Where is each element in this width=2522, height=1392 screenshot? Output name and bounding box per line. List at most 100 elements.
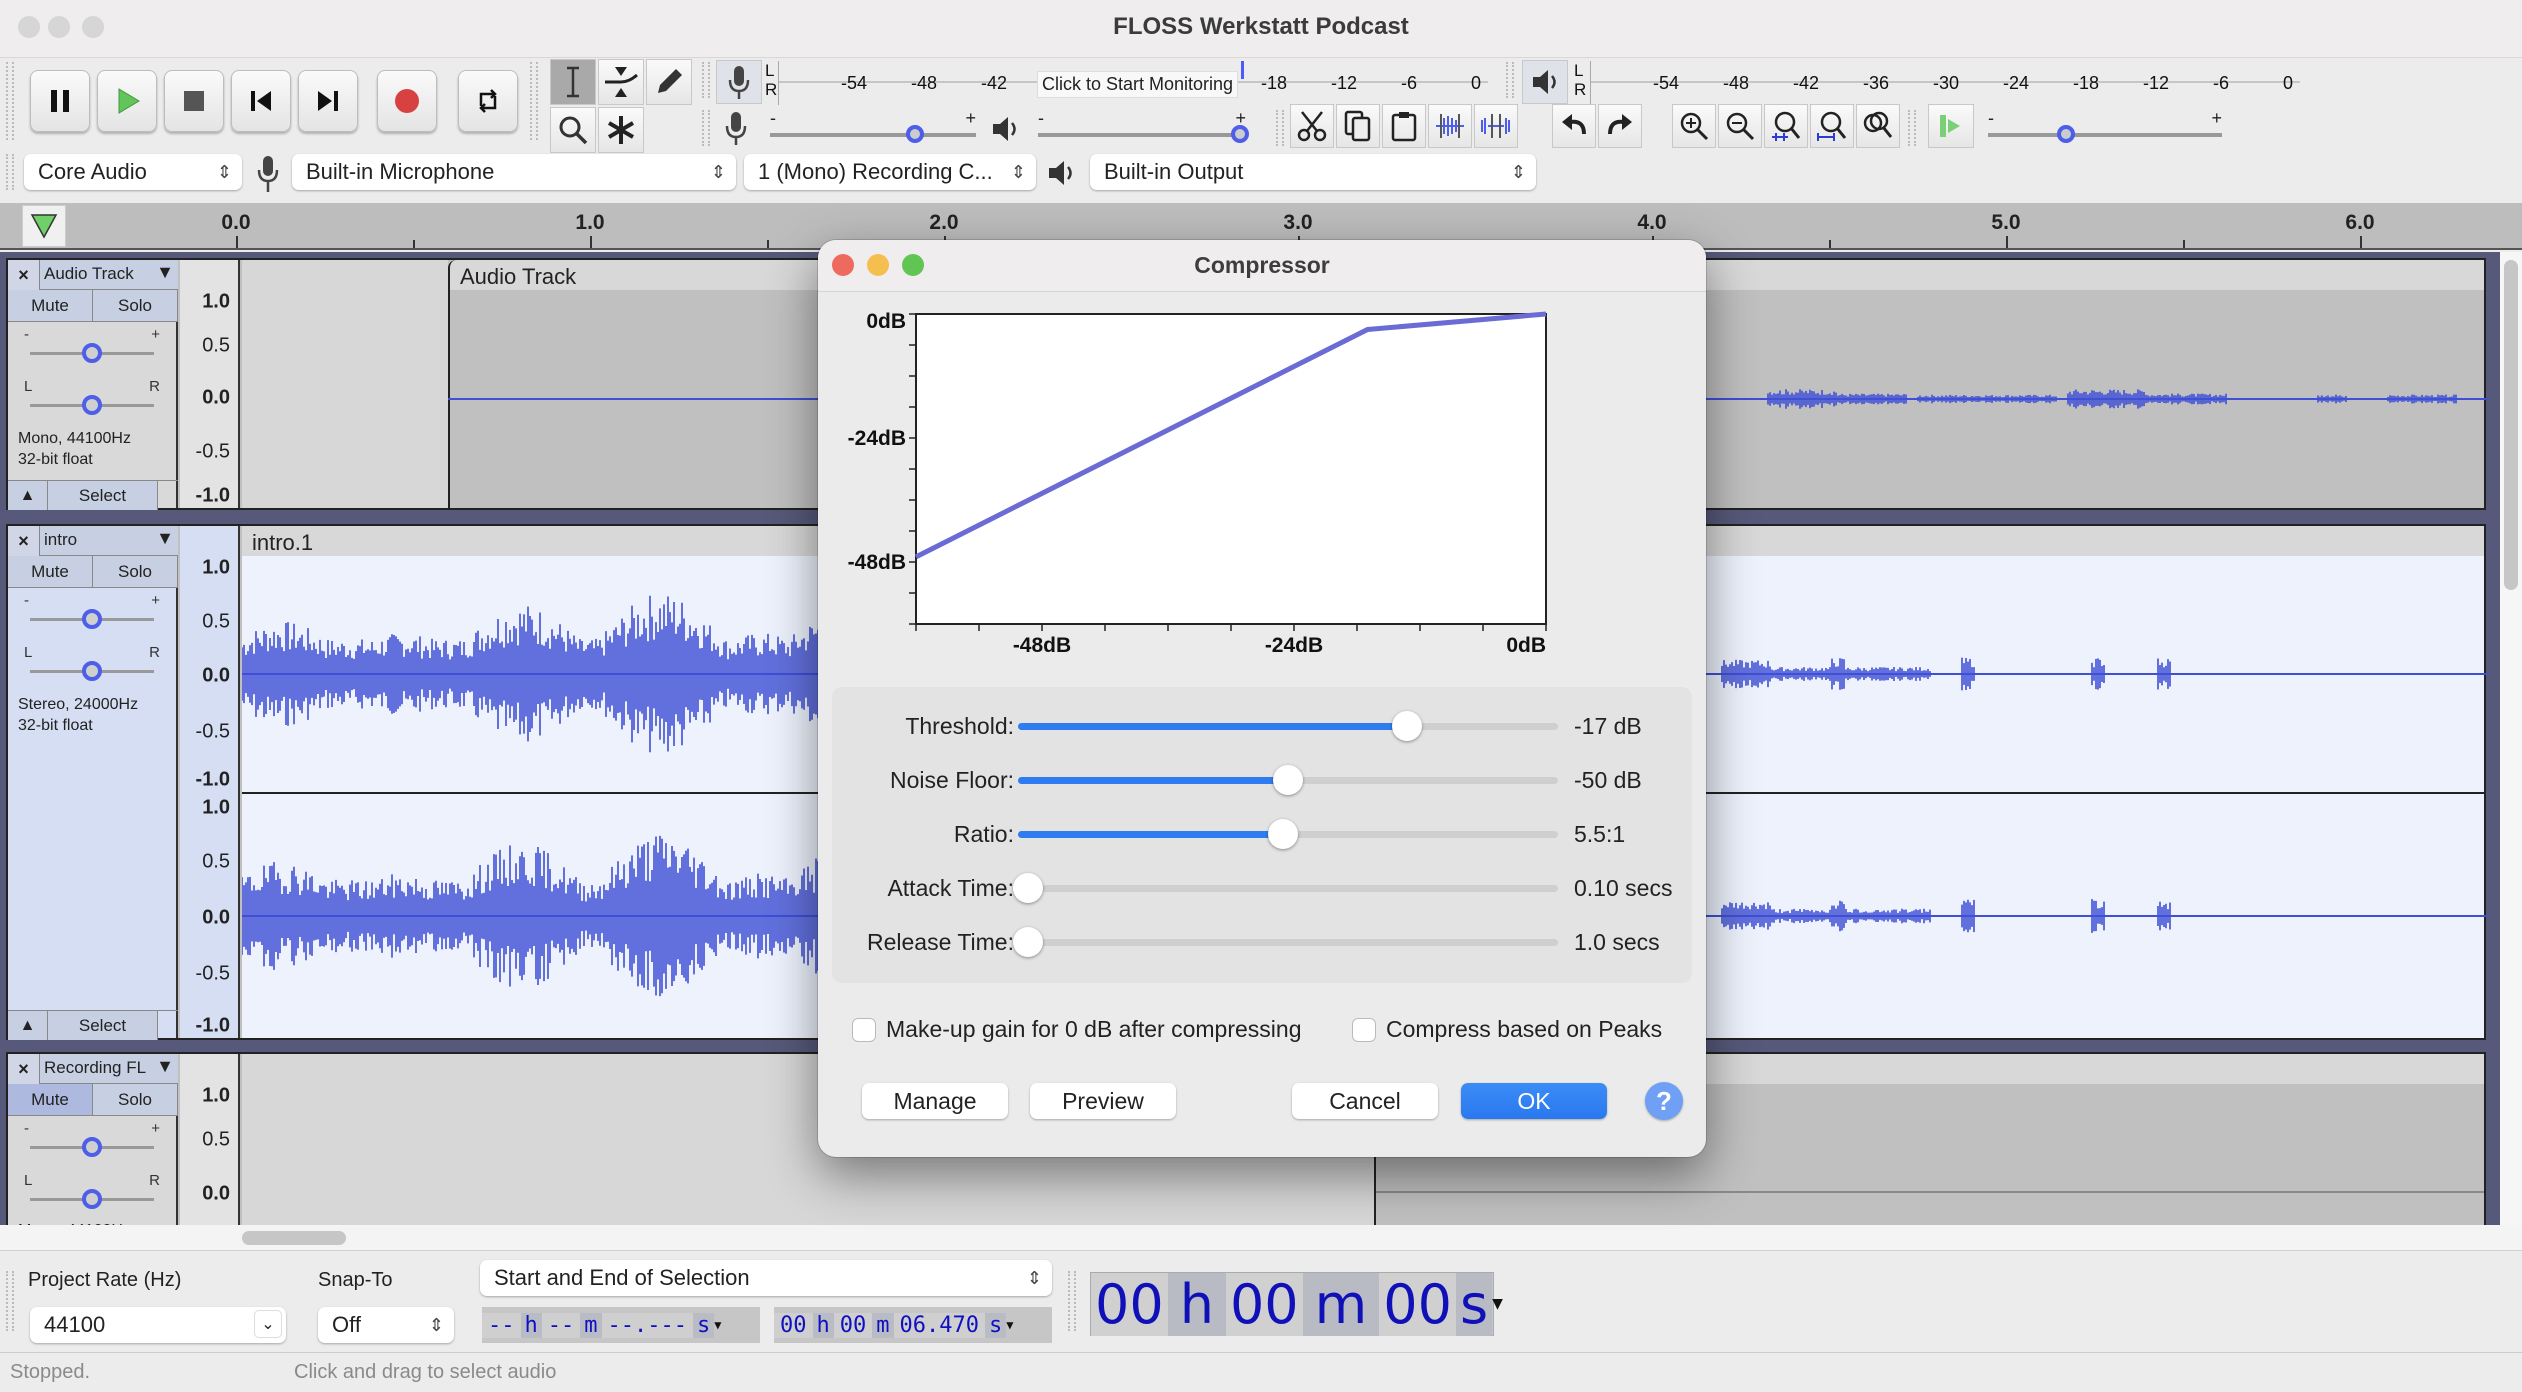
slider-thumb[interactable]	[1391, 711, 1422, 741]
stop-button[interactable]	[164, 70, 224, 132]
cut-button[interactable]	[1290, 104, 1334, 148]
slider-thumb[interactable]	[82, 395, 102, 415]
gain-slider[interactable]: - +	[24, 1120, 160, 1158]
toolbar-grip[interactable]	[530, 62, 538, 140]
solo-button[interactable]: Solo	[93, 290, 178, 321]
track-menu-button[interactable]: Recording FL ▼	[40, 1054, 178, 1083]
toolbar-grip[interactable]	[702, 110, 710, 146]
mute-button[interactable]: Mute	[8, 1084, 93, 1115]
audio-host-select[interactable]: Core Audio ⇕	[24, 154, 242, 190]
vertical-scrollbar[interactable]	[2500, 252, 2522, 1225]
gain-slider[interactable]: - +	[24, 592, 160, 630]
ok-button[interactable]: OK	[1461, 1083, 1607, 1119]
envelope-tool-button[interactable]	[598, 59, 644, 105]
horizontal-scrollbar[interactable]	[0, 1225, 2522, 1250]
record-meter[interactable]: -54 -48 -42 Click to Start Monitoring -1…	[778, 61, 1488, 105]
fit-project-button[interactable]	[1810, 104, 1854, 148]
zoom-toggle-button[interactable]	[1856, 104, 1900, 148]
toolbar-grip[interactable]	[1506, 62, 1514, 98]
silence-audio-button[interactable]	[1474, 104, 1518, 148]
record-volume-slider[interactable]: - +	[768, 108, 978, 148]
slider-thumb[interactable]	[1013, 927, 1043, 957]
skip-to-start-button[interactable]	[231, 70, 291, 132]
toolbar-grip[interactable]	[6, 1271, 14, 1331]
chevron-down-icon[interactable]: ⌄	[254, 1310, 282, 1338]
collapse-track-button[interactable]: ▲	[8, 1011, 48, 1040]
selection-mode-select[interactable]: Start and End of Selection ⇕	[480, 1260, 1052, 1296]
loop-button[interactable]	[458, 70, 518, 132]
vertical-scroll-thumb[interactable]	[2504, 260, 2518, 590]
amplitude-ruler[interactable]: 1.0 0.5 0.0	[180, 1054, 240, 1242]
redo-button[interactable]	[1598, 104, 1642, 148]
format-menu-triangle-icon[interactable]: ▼	[714, 1318, 721, 1332]
format-menu-triangle-icon[interactable]: ▼	[1492, 1296, 1503, 1312]
collapse-track-button[interactable]: ▲	[8, 481, 48, 510]
zoom-out-button[interactable]	[1718, 104, 1762, 148]
timeline-options-button[interactable]	[22, 205, 66, 247]
project-rate-combo[interactable]: 44100 ⌄	[30, 1307, 286, 1343]
output-device-select[interactable]: Built-in Output ⇕	[1090, 154, 1536, 190]
mute-button[interactable]: Mute	[8, 290, 93, 321]
start-monitoring-prompt[interactable]: Click to Start Monitoring	[1037, 71, 1239, 98]
slider-thumb[interactable]	[82, 609, 102, 629]
slider-thumb[interactable]	[1267, 819, 1298, 849]
time-display[interactable]: 00 h 00 m 00 s ▼	[1090, 1272, 1503, 1336]
mute-button[interactable]: Mute	[8, 556, 93, 587]
zoom-in-button[interactable]	[1672, 104, 1716, 148]
track-menu-button[interactable]: intro ▼	[40, 526, 178, 555]
track-close-button[interactable]: ×	[8, 260, 40, 290]
draw-tool-button[interactable]	[646, 59, 692, 105]
track-close-button[interactable]: ×	[8, 1054, 40, 1084]
makeup-gain-checkbox[interactable]	[852, 1018, 876, 1042]
playback-meter-button[interactable]	[1522, 60, 1568, 104]
slider-thumb[interactable]	[82, 661, 102, 681]
gain-slider[interactable]: - +	[24, 326, 160, 364]
toolbar-grip[interactable]	[6, 154, 14, 190]
manage-button[interactable]: Manage	[862, 1083, 1008, 1119]
slider-thumb[interactable]	[2056, 125, 2075, 143]
slider-thumb[interactable]	[1273, 765, 1303, 795]
dialog-titlebar[interactable]: Compressor	[818, 240, 1706, 292]
multi-tool-button[interactable]	[598, 107, 644, 153]
track-close-button[interactable]: ×	[8, 526, 40, 556]
slider-thumb[interactable]	[82, 1137, 102, 1157]
cancel-button[interactable]: Cancel	[1292, 1083, 1438, 1119]
slider-thumb[interactable]	[1013, 873, 1043, 903]
record-button[interactable]	[377, 70, 437, 132]
pan-slider[interactable]: L R	[24, 644, 160, 682]
selection-tool-button[interactable]	[550, 59, 596, 105]
track-menu-button[interactable]: Audio Track ▼	[40, 260, 178, 289]
solo-button[interactable]: Solo	[93, 556, 178, 587]
selection-end-time[interactable]: 00 h 00 m 06.470 s ▼	[774, 1307, 1052, 1343]
pause-button[interactable]	[30, 70, 90, 132]
play-at-speed-button[interactable]	[1928, 104, 1974, 148]
param-slider[interactable]	[1018, 819, 1558, 849]
snap-to-select[interactable]: Off ⇕	[318, 1307, 454, 1343]
slider-thumb[interactable]	[1231, 125, 1249, 143]
toolbar-grip[interactable]	[6, 62, 14, 140]
input-device-select[interactable]: Built-in Microphone ⇕	[292, 154, 736, 190]
fit-selection-button[interactable]	[1764, 104, 1808, 148]
horizontal-scroll-thumb[interactable]	[242, 1231, 346, 1245]
play-button[interactable]	[97, 70, 157, 132]
slider-thumb[interactable]	[82, 1189, 102, 1209]
paste-button[interactable]	[1382, 104, 1426, 148]
skip-to-end-button[interactable]	[298, 70, 358, 132]
slider-thumb[interactable]	[82, 343, 102, 363]
help-button[interactable]: ?	[1645, 1082, 1683, 1120]
pan-slider[interactable]: L R	[24, 378, 160, 416]
format-menu-triangle-icon[interactable]: ▼	[1006, 1318, 1013, 1332]
toolbar-grip[interactable]	[1068, 1271, 1076, 1331]
param-slider[interactable]	[1013, 873, 1558, 903]
pan-slider[interactable]: L R	[24, 1172, 160, 1210]
record-meter-button[interactable]	[716, 60, 762, 104]
param-slider[interactable]	[1018, 711, 1558, 741]
param-slider[interactable]	[1018, 765, 1558, 795]
zoom-tool-button[interactable]	[550, 107, 596, 153]
solo-button[interactable]: Solo	[93, 1084, 178, 1115]
toolbar-grip[interactable]	[1276, 110, 1284, 146]
select-track-button[interactable]: Select	[48, 481, 158, 510]
play-at-speed-slider[interactable]: - +	[1986, 108, 2224, 148]
selection-start-time[interactable]: -- h -- m --.--- s ▼	[482, 1307, 760, 1343]
amplitude-ruler[interactable]: 1.0 0.5 0.0 -0.5 -1.0	[180, 260, 240, 508]
